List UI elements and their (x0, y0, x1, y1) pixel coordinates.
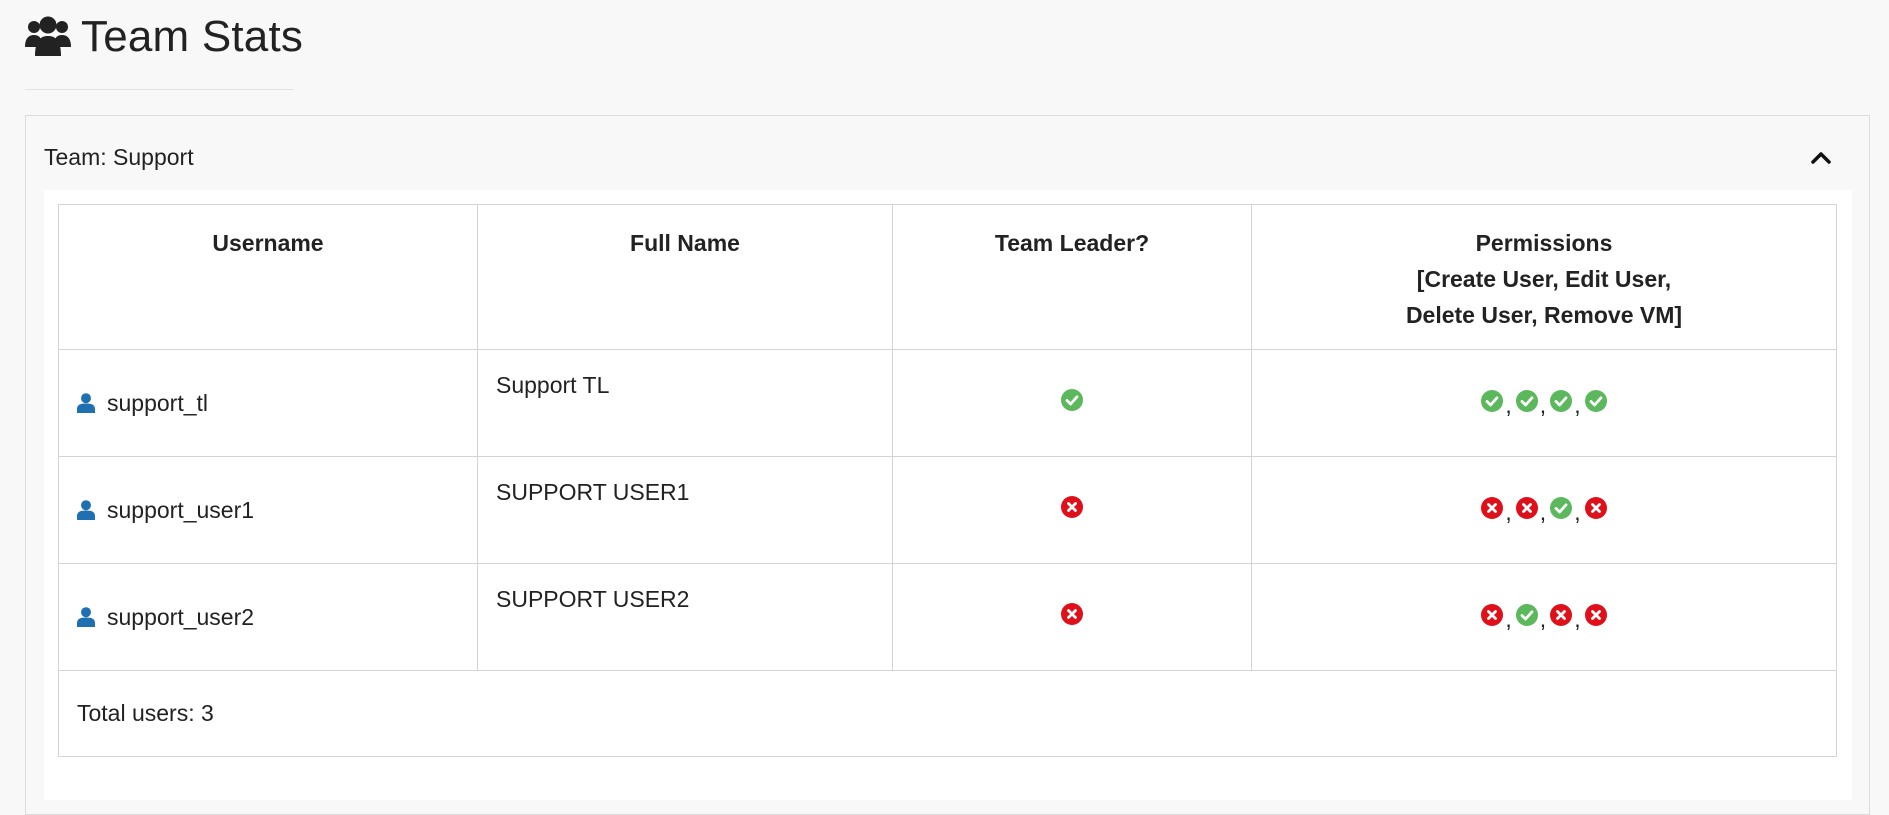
permission-separator: , (1505, 605, 1512, 632)
cell-team-leader (892, 349, 1252, 457)
panel-body: Username Full Name Team Leader? Permissi… (44, 190, 1852, 800)
header-username: Username (58, 204, 478, 350)
table-header-row: Username Full Name Team Leader? Permissi… (58, 204, 1837, 350)
check-circle-icon (1584, 390, 1607, 413)
header-full-name: Full Name (477, 204, 893, 350)
x-circle-icon (1481, 497, 1504, 520)
page-header: Team Stats (25, 0, 303, 90)
check-circle-icon (1515, 390, 1538, 413)
username-text: support_tl (107, 389, 209, 416)
permission-separator: , (1505, 391, 1512, 418)
user-icon (77, 500, 95, 520)
x-circle-icon (1515, 497, 1538, 520)
x-circle-icon (1061, 496, 1083, 518)
cell-permissions: ,,, (1251, 456, 1837, 564)
cell-team-leader (892, 563, 1252, 671)
header-permissions-title: Permissions (1475, 230, 1613, 256)
cell-username: support_tl (58, 349, 478, 457)
cell-permissions: ,,, (1251, 563, 1837, 671)
check-circle-icon (1550, 390, 1573, 413)
total-users: Total users: 3 (58, 670, 1837, 757)
cell-full-name: SUPPORT USER2 (477, 563, 893, 671)
table-row: support_user2 SUPPORT USER2,,, (58, 563, 1837, 671)
page-title: Team Stats (25, 12, 303, 62)
header-team-leader: Team Leader? (892, 204, 1252, 350)
permission-separator: , (1539, 391, 1547, 418)
user-icon (77, 393, 95, 413)
table-body: support_tl Support TL,,, support_user1 SUPP… (58, 349, 1837, 671)
username-text: support_user2 (107, 603, 255, 630)
x-circle-icon (1584, 604, 1607, 627)
chevron-up-icon[interactable] (1809, 146, 1833, 170)
cell-permissions: ,,, (1251, 349, 1837, 457)
cell-full-name: Support TL (477, 349, 893, 457)
check-circle-icon (1481, 390, 1504, 413)
permission-separator: , (1574, 391, 1581, 418)
username-text: support_user1 (107, 496, 255, 523)
team-stats-table: Username Full Name Team Leader? Permissi… (58, 204, 1837, 757)
cell-username: support_user1 (58, 456, 478, 564)
permission-separator: , (1539, 498, 1547, 525)
page-title-text: Team Stats (81, 12, 304, 61)
header-permissions-list-2: Delete User, Remove VM] (1405, 302, 1683, 328)
table-row: support_tl Support TL,,, (58, 349, 1837, 457)
permission-separator: , (1539, 605, 1547, 632)
check-circle-icon (1061, 389, 1083, 411)
x-circle-icon (1481, 604, 1504, 627)
team-panel: Team: Support Username Full Name Team Le… (25, 115, 1870, 815)
x-circle-icon (1061, 603, 1083, 625)
user-icon (77, 607, 95, 627)
table-footer-row: Total users: 3 (58, 670, 1837, 757)
header-permissions: Permissions [Create User, Edit User, Del… (1251, 204, 1837, 350)
cell-username: support_user2 (58, 563, 478, 671)
permission-separator: , (1574, 498, 1581, 525)
x-circle-icon (1550, 604, 1573, 627)
cell-full-name: SUPPORT USER1 (477, 456, 893, 564)
check-circle-icon (1515, 604, 1538, 627)
x-circle-icon (1584, 497, 1607, 520)
cell-team-leader (892, 456, 1252, 564)
permission-separator: , (1505, 498, 1512, 525)
check-circle-icon (1550, 497, 1573, 520)
table-row: support_user1 SUPPORT USER1,,, (58, 456, 1837, 564)
permission-separator: , (1574, 605, 1581, 632)
panel-heading[interactable]: Team: Support (44, 144, 194, 171)
header-permissions-list-1: [Create User, Edit User, (1416, 266, 1672, 292)
users-icon (25, 16, 71, 58)
